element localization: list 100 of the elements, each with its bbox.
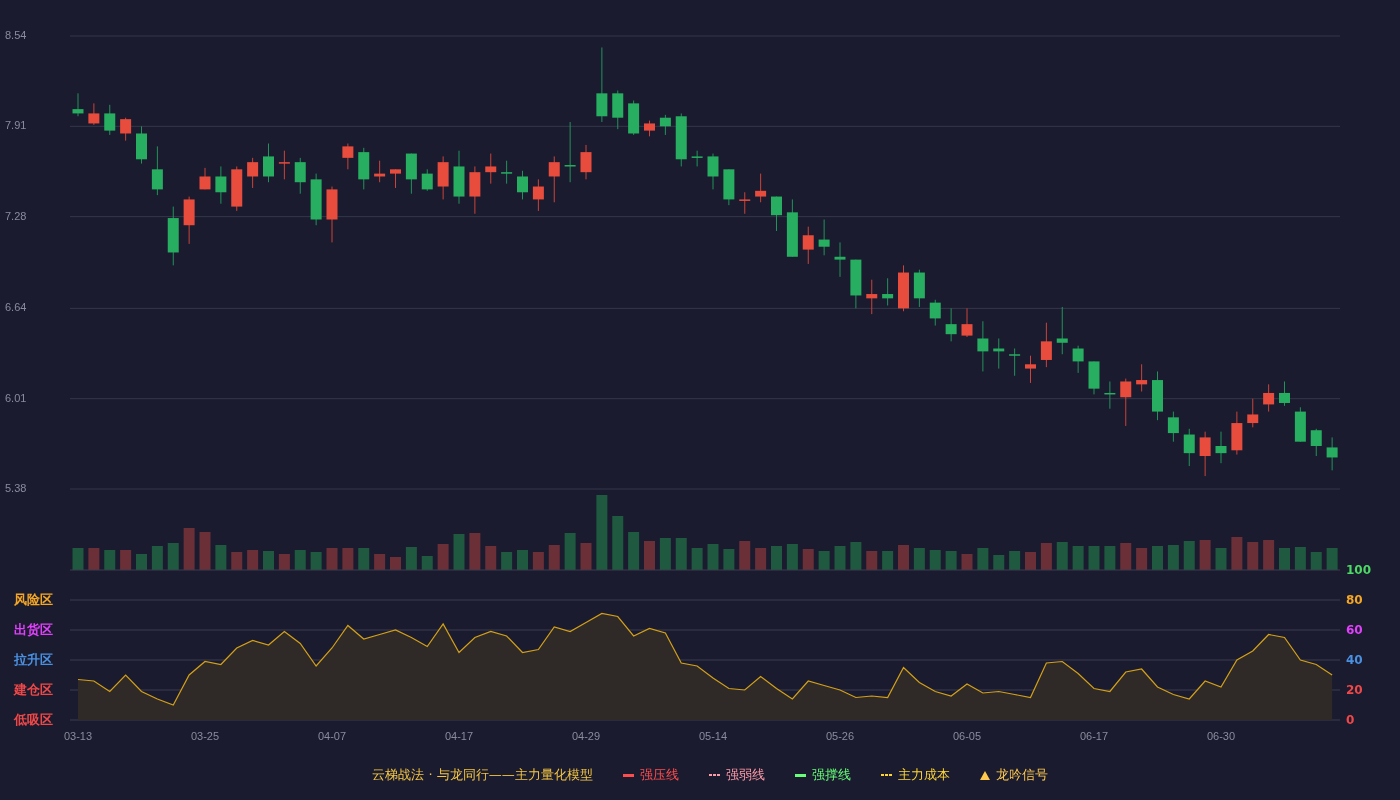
candlestick [88, 102, 100, 126]
candlestick [453, 150, 465, 205]
candlestick [548, 155, 560, 203]
date-label: 06-05 [952, 729, 982, 742]
candlestick [104, 104, 116, 136]
candlestick [1310, 428, 1322, 457]
candlestick [1199, 431, 1211, 477]
candlestick [755, 173, 767, 203]
candlestick [1104, 381, 1116, 410]
candlestick [1120, 378, 1132, 427]
candlestick [786, 198, 798, 258]
candlestick [739, 191, 751, 215]
candlestick [374, 160, 386, 183]
axis-label: 7.91 [5, 119, 27, 132]
axis-label: 6.64 [5, 301, 27, 314]
candlestick [1294, 406, 1306, 443]
candlestick [1136, 363, 1148, 392]
axis-label: 40 [1346, 652, 1363, 667]
date-label: 04-29 [571, 729, 601, 742]
candlestick [580, 144, 592, 180]
candlestick [215, 165, 227, 205]
legend-label: 主力成本 [897, 766, 950, 784]
axis-label: 0 [1346, 712, 1355, 727]
candlestick [612, 89, 624, 130]
axis-label: 60 [1346, 622, 1363, 637]
date-label: 04-17 [444, 729, 474, 742]
candlestick [1040, 322, 1052, 368]
candlestick [723, 168, 735, 206]
legend-label: 强撑线 [811, 766, 851, 784]
legend-label: 强弱线 [725, 766, 765, 784]
candlestick [120, 117, 132, 142]
candlestick [818, 219, 830, 256]
candlestick [691, 150, 703, 167]
candlestick [278, 150, 290, 180]
candlestick [199, 167, 211, 190]
candlestick [834, 241, 846, 278]
axis-label: 7.28 [5, 209, 27, 222]
candlestick [310, 173, 322, 226]
axis-label: 80 [1346, 592, 1363, 607]
date-label: 06-17 [1079, 729, 1109, 742]
legend-title: 云梯战法 · 与龙同行——主力量化模型 [372, 766, 593, 784]
candlestick [517, 170, 528, 200]
axis-label: 8.54 [5, 28, 27, 41]
legend-label: 强压线 [639, 766, 679, 784]
candlestick [929, 299, 941, 327]
candlestick [993, 338, 1005, 370]
candlestick [913, 269, 925, 308]
candlestick [1247, 398, 1259, 428]
legend-label: 龙吟信号 [995, 766, 1048, 784]
candlestick [707, 153, 719, 190]
candlestick [136, 125, 147, 165]
zone-label: 低吸区 [14, 711, 53, 727]
candlestick [1263, 383, 1275, 413]
candlestick [628, 100, 640, 136]
axis-label: 5.38 [5, 481, 27, 494]
zone-label: 建仓区 [14, 681, 53, 697]
candlestick [151, 145, 163, 196]
date-label: 05-14 [698, 729, 728, 742]
candlestick [167, 206, 179, 266]
candlestick [977, 320, 989, 372]
candlestick [1231, 411, 1243, 456]
candlestick [961, 307, 973, 338]
date-label: 06-30 [1206, 729, 1236, 742]
candlestick [1009, 348, 1021, 377]
candlestick [326, 186, 338, 243]
candlestick [183, 196, 195, 245]
axis-label: 6.01 [5, 391, 27, 404]
date-label: 03-13 [63, 729, 93, 742]
candlestick [945, 307, 957, 342]
candlestick [469, 165, 481, 215]
candlestick [659, 114, 671, 136]
candlestick [1056, 306, 1068, 355]
candlestick [263, 143, 274, 183]
candlestick [342, 143, 354, 170]
axis-label: 100 [1346, 562, 1372, 577]
axis-label: 20 [1346, 682, 1363, 697]
candlestick [675, 112, 687, 167]
candlestick [247, 157, 259, 189]
candlestick [564, 121, 576, 183]
candlestick [231, 165, 243, 212]
candlestick [1326, 436, 1338, 471]
candlestick [501, 160, 513, 185]
date-label: 05-26 [825, 729, 855, 742]
candlestick [1183, 428, 1195, 467]
candlestick [1025, 355, 1036, 384]
date-label: 04-07 [317, 729, 347, 742]
candlestick [1072, 345, 1084, 374]
candlestick [72, 92, 84, 117]
date-label: 03-25 [190, 729, 220, 742]
candlestick [802, 226, 814, 265]
candlestick [1215, 431, 1227, 464]
candlestick [1167, 411, 1179, 443]
zone-label: 出货区 [14, 621, 53, 637]
candlestick [405, 153, 417, 195]
candlestick [771, 196, 782, 232]
candlestick [1088, 360, 1100, 395]
candlestick [294, 157, 306, 195]
candlestick [437, 155, 449, 200]
zone-label: 拉升区 [14, 651, 53, 667]
candlestick [898, 264, 909, 312]
